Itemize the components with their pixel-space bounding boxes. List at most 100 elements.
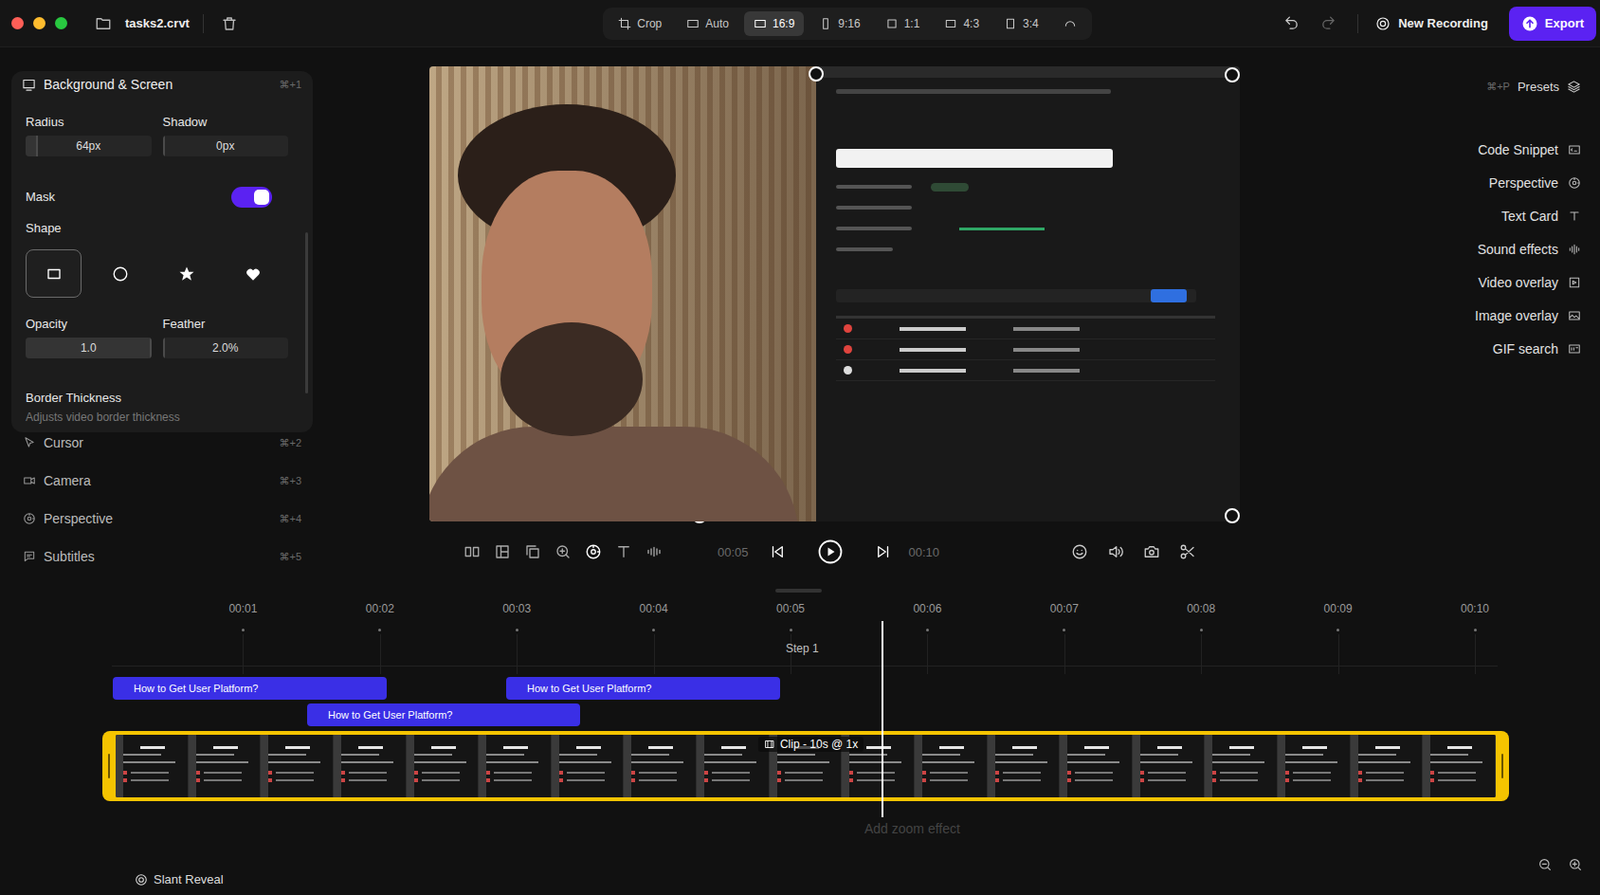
- total-time: 00:10: [909, 545, 941, 560]
- effect-item[interactable]: Video overlay: [1477, 272, 1582, 292]
- section-title: Background & Screen: [43, 76, 272, 92]
- close-button[interactable]: [11, 17, 24, 30]
- frame-detail: [836, 247, 893, 252]
- text-icon: [1567, 209, 1582, 223]
- slider-field[interactable]: 2.0%: [163, 337, 290, 359]
- wide-icon: [753, 17, 767, 31]
- skip-forward-button[interactable]: [872, 540, 895, 564]
- aspect-ratio-button[interactable]: 3:4: [994, 11, 1049, 37]
- step-marker[interactable]: Step 1: [785, 641, 819, 655]
- slider-field[interactable]: 1.0: [25, 337, 152, 359]
- shape-option[interactable]: [25, 249, 82, 298]
- nav-item[interactable]: Cursor⌘+2: [11, 432, 313, 454]
- shape-options: [25, 249, 289, 298]
- add-zoom-hint[interactable]: Add zoom effect: [864, 820, 961, 837]
- nav-item[interactable]: Camera⌘+3: [11, 470, 313, 491]
- tool-button[interactable]: [1104, 540, 1128, 564]
- undo-icon[interactable]: [1283, 15, 1300, 32]
- aspect-ratio-button[interactable]: 1:1: [875, 11, 930, 37]
- nav-item[interactable]: Subtitles ⌘+5: [11, 545, 313, 567]
- more-button[interactable]: [1054, 11, 1087, 37]
- field-value: 64px: [75, 139, 101, 153]
- skip-back-button[interactable]: [765, 540, 789, 564]
- effect-item[interactable]: Text Card: [1501, 206, 1582, 226]
- perspective-icon: [1567, 176, 1582, 190]
- snapshot-icon: [1143, 543, 1161, 561]
- thumbnail: [1204, 734, 1278, 798]
- subtitle-segment[interactable]: How to Get User Platform?: [506, 676, 781, 700]
- tool-button[interactable]: [612, 540, 636, 564]
- aspect-ratio-button[interactable]: 9:16: [809, 11, 870, 37]
- tool-button[interactable]: [551, 540, 575, 564]
- aspect-ratio-button[interactable]: 4:3: [934, 11, 989, 37]
- scissors-icon: [1179, 543, 1197, 561]
- folder-icon[interactable]: [94, 15, 112, 33]
- section-header[interactable]: Background & Screen⌘+1: [21, 74, 289, 94]
- zoomout-icon[interactable]: [1537, 856, 1553, 873]
- scrollbar[interactable]: [305, 232, 309, 394]
- shape-option[interactable]: [224, 249, 281, 298]
- crop-handle[interactable]: [1224, 67, 1240, 83]
- aspect-ratio-button[interactable]: Auto: [676, 11, 739, 37]
- mask-toggle[interactable]: [231, 186, 273, 208]
- effect-item[interactable]: GIF search: [1492, 339, 1582, 359]
- tick-label: 00:10: [1460, 601, 1490, 616]
- tool-button[interactable]: [1140, 540, 1164, 564]
- tick-line: [1338, 634, 1340, 674]
- shortcut: ⌘+5: [278, 550, 302, 564]
- tool-button[interactable]: [581, 540, 605, 564]
- clip-track[interactable]: Clip - 10s @ 1x: [102, 730, 1510, 801]
- resize-handle[interactable]: [775, 588, 822, 593]
- divider: [202, 14, 204, 34]
- zoomin-icon[interactable]: [1567, 856, 1583, 873]
- export-button[interactable]: Export: [1509, 6, 1597, 41]
- slider-field[interactable]: 64px: [25, 135, 152, 157]
- tool-button[interactable]: [521, 540, 545, 564]
- divider: [1357, 14, 1359, 34]
- nav-label: Subtitles: [43, 548, 272, 564]
- effect-item[interactable]: Code Snippet: [1477, 140, 1582, 160]
- tool-button[interactable]: [490, 540, 514, 564]
- tick-line: [516, 634, 518, 674]
- presets-button[interactable]: ⌘+PPresets: [1486, 76, 1582, 96]
- transition-chip[interactable]: Slant Reveal: [134, 872, 224, 887]
- playhead[interactable]: [881, 620, 884, 818]
- minimize-button[interactable]: [33, 17, 46, 30]
- field-value: 1.0: [80, 341, 97, 355]
- subtitle-segment[interactable]: How to Get User Platform?: [307, 703, 581, 727]
- effect-item[interactable]: Sound effects: [1477, 239, 1582, 259]
- redo-icon[interactable]: [1320, 15, 1337, 32]
- shape-option[interactable]: [158, 249, 215, 298]
- screen-recording: [816, 66, 1240, 522]
- thumbnail: [1059, 734, 1133, 798]
- tool-button[interactable]: [1176, 540, 1200, 564]
- slider-field[interactable]: 0px: [163, 135, 290, 157]
- effect-item[interactable]: Image overlay: [1474, 306, 1582, 326]
- trash-icon[interactable]: [220, 15, 238, 33]
- tool-button[interactable]: [460, 540, 484, 564]
- border-label: Border Thickness: [25, 390, 289, 406]
- new-recording-button[interactable]: New Recording: [1375, 16, 1489, 32]
- aspect-ratio-button[interactable]: 16:9: [744, 11, 804, 37]
- field-row: Radius64pxShadow0px: [25, 114, 289, 157]
- tool-button[interactable]: [1068, 540, 1091, 564]
- play-button[interactable]: [818, 539, 843, 564]
- crop-handle[interactable]: [1224, 508, 1240, 524]
- shape-option[interactable]: [91, 249, 148, 298]
- crop-handle[interactable]: [808, 66, 824, 82]
- field-group: Opacity1.0: [25, 316, 152, 359]
- nav-item[interactable]: Perspective⌘+4: [11, 508, 313, 529]
- effect-label: Code Snippet: [1477, 142, 1559, 158]
- tick-dot: [1336, 628, 1340, 632]
- subtitle-segment[interactable]: How to Get User Platform?: [112, 676, 387, 700]
- circle-icon: [111, 265, 129, 283]
- effect-item[interactable]: Perspective: [1489, 173, 1582, 193]
- crop-button[interactable]: Crop: [608, 11, 672, 37]
- tool-button[interactable]: [642, 540, 666, 564]
- workspace: Background & Screen⌘+1 Radius64pxShadow0p…: [0, 47, 1600, 581]
- trim-handle[interactable]: [1501, 753, 1504, 779]
- zoom-button[interactable]: [54, 17, 68, 30]
- portrait-icon: [1003, 17, 1018, 31]
- trim-handle[interactable]: [108, 753, 110, 779]
- landscape-icon: [944, 17, 958, 31]
